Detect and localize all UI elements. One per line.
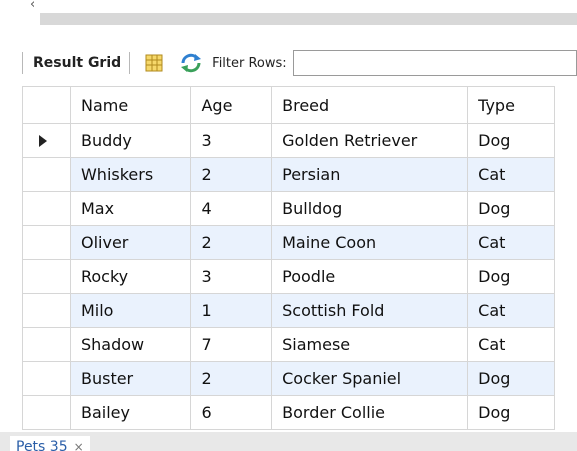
cell-breed[interactable]: Cocker Spaniel (271, 361, 469, 396)
column-header-type[interactable]: Type (467, 86, 555, 124)
row-marker[interactable] (22, 361, 71, 396)
table-row[interactable]: Shadow 7 Siamese Cat (22, 327, 555, 362)
table-row[interactable]: Max 4 Bulldog Dog (22, 191, 555, 226)
cell-type[interactable]: Cat (467, 293, 555, 328)
result-grid-table: Name Age Breed Type Buddy 3 Golden Retri… (22, 86, 555, 430)
cell-type[interactable]: Cat (467, 157, 555, 192)
scroll-left-arrow-icon[interactable]: ‹ (30, 0, 35, 11)
cell-breed[interactable]: Border Collie (271, 395, 469, 430)
header-row: Name Age Breed Type (22, 86, 555, 124)
result-grid-tab[interactable]: Result Grid (33, 55, 121, 71)
filter-rows-input[interactable] (292, 50, 577, 76)
cell-name[interactable]: Buddy (69, 123, 192, 158)
cell-name[interactable]: Oliver (69, 225, 192, 260)
table-row[interactable]: Oliver 2 Maine Coon Cat (22, 225, 555, 260)
table-row[interactable]: Whiskers 2 Persian Cat (22, 157, 555, 192)
table-row[interactable]: Rocky 3 Poodle Dog (22, 259, 555, 294)
current-row-arrow-icon (39, 134, 47, 147)
column-header-name[interactable]: Name (69, 86, 192, 124)
cell-breed[interactable]: Bulldog (271, 191, 469, 226)
cell-type[interactable]: Cat (467, 225, 555, 260)
column-header-age[interactable]: Age (190, 86, 273, 124)
grid-view-icon[interactable] (144, 53, 164, 73)
cell-age[interactable]: 2 (190, 157, 273, 192)
result-tab[interactable]: Pets 35 × (10, 436, 90, 451)
result-toolbar: Result Grid Filter Rows: (22, 45, 577, 81)
close-tab-icon[interactable]: × (74, 440, 84, 451)
table-row[interactable]: Bailey 6 Border Collie Dog (22, 395, 555, 430)
cell-age[interactable]: 3 (190, 123, 273, 158)
cell-name[interactable]: Max (69, 191, 192, 226)
scrollbar-track[interactable] (40, 13, 577, 25)
table-row[interactable]: Buster 2 Cocker Spaniel Dog (22, 361, 555, 396)
cell-type[interactable]: Dog (467, 259, 555, 294)
cell-name[interactable]: Bailey (69, 395, 192, 430)
cell-breed[interactable]: Persian (271, 157, 469, 192)
row-marker-header (22, 86, 71, 124)
cell-name[interactable]: Whiskers (69, 157, 192, 192)
cell-name[interactable]: Shadow (69, 327, 192, 362)
cell-age[interactable]: 6 (190, 395, 273, 430)
cell-breed[interactable]: Siamese (271, 327, 469, 362)
row-marker[interactable] (22, 327, 71, 362)
table-row[interactable]: Milo 1 Scottish Fold Cat (22, 293, 555, 328)
row-marker[interactable] (22, 123, 71, 158)
result-tabs-bar: Pets 35 × (0, 432, 577, 451)
toolbar-divider (129, 52, 131, 74)
refresh-icon[interactable] (178, 52, 204, 74)
cell-breed[interactable]: Poodle (271, 259, 469, 294)
column-header-breed[interactable]: Breed (271, 86, 469, 124)
cell-age[interactable]: 1 (190, 293, 273, 328)
cell-name[interactable]: Milo (69, 293, 192, 328)
table-row[interactable]: Buddy 3 Golden Retriever Dog (22, 123, 555, 158)
cell-breed[interactable]: Scottish Fold (271, 293, 469, 328)
cell-breed[interactable]: Maine Coon (271, 225, 469, 260)
cell-name[interactable]: Rocky (69, 259, 192, 294)
cell-age[interactable]: 7 (190, 327, 273, 362)
cell-name[interactable]: Buster (69, 361, 192, 396)
cell-age[interactable]: 2 (190, 225, 273, 260)
toolbar-divider (22, 52, 23, 74)
row-marker[interactable] (22, 259, 71, 294)
filter-rows-label: Filter Rows: (212, 55, 287, 71)
cell-type[interactable]: Dog (467, 395, 555, 430)
row-marker[interactable] (22, 157, 71, 192)
cell-age[interactable]: 2 (190, 361, 273, 396)
cell-type[interactable]: Dog (467, 361, 555, 396)
horizontal-scrollbar[interactable]: ‹ (0, 0, 577, 26)
cell-age[interactable]: 3 (190, 259, 273, 294)
cell-type[interactable]: Dog (467, 123, 555, 158)
cell-age[interactable]: 4 (190, 191, 273, 226)
row-marker[interactable] (22, 395, 71, 430)
row-marker[interactable] (22, 191, 71, 226)
cell-type[interactable]: Cat (467, 327, 555, 362)
cell-breed[interactable]: Golden Retriever (271, 123, 469, 158)
row-marker[interactable] (22, 225, 71, 260)
row-marker[interactable] (22, 293, 71, 328)
result-tab-label: Pets 35 (16, 439, 68, 451)
cell-type[interactable]: Dog (467, 191, 555, 226)
